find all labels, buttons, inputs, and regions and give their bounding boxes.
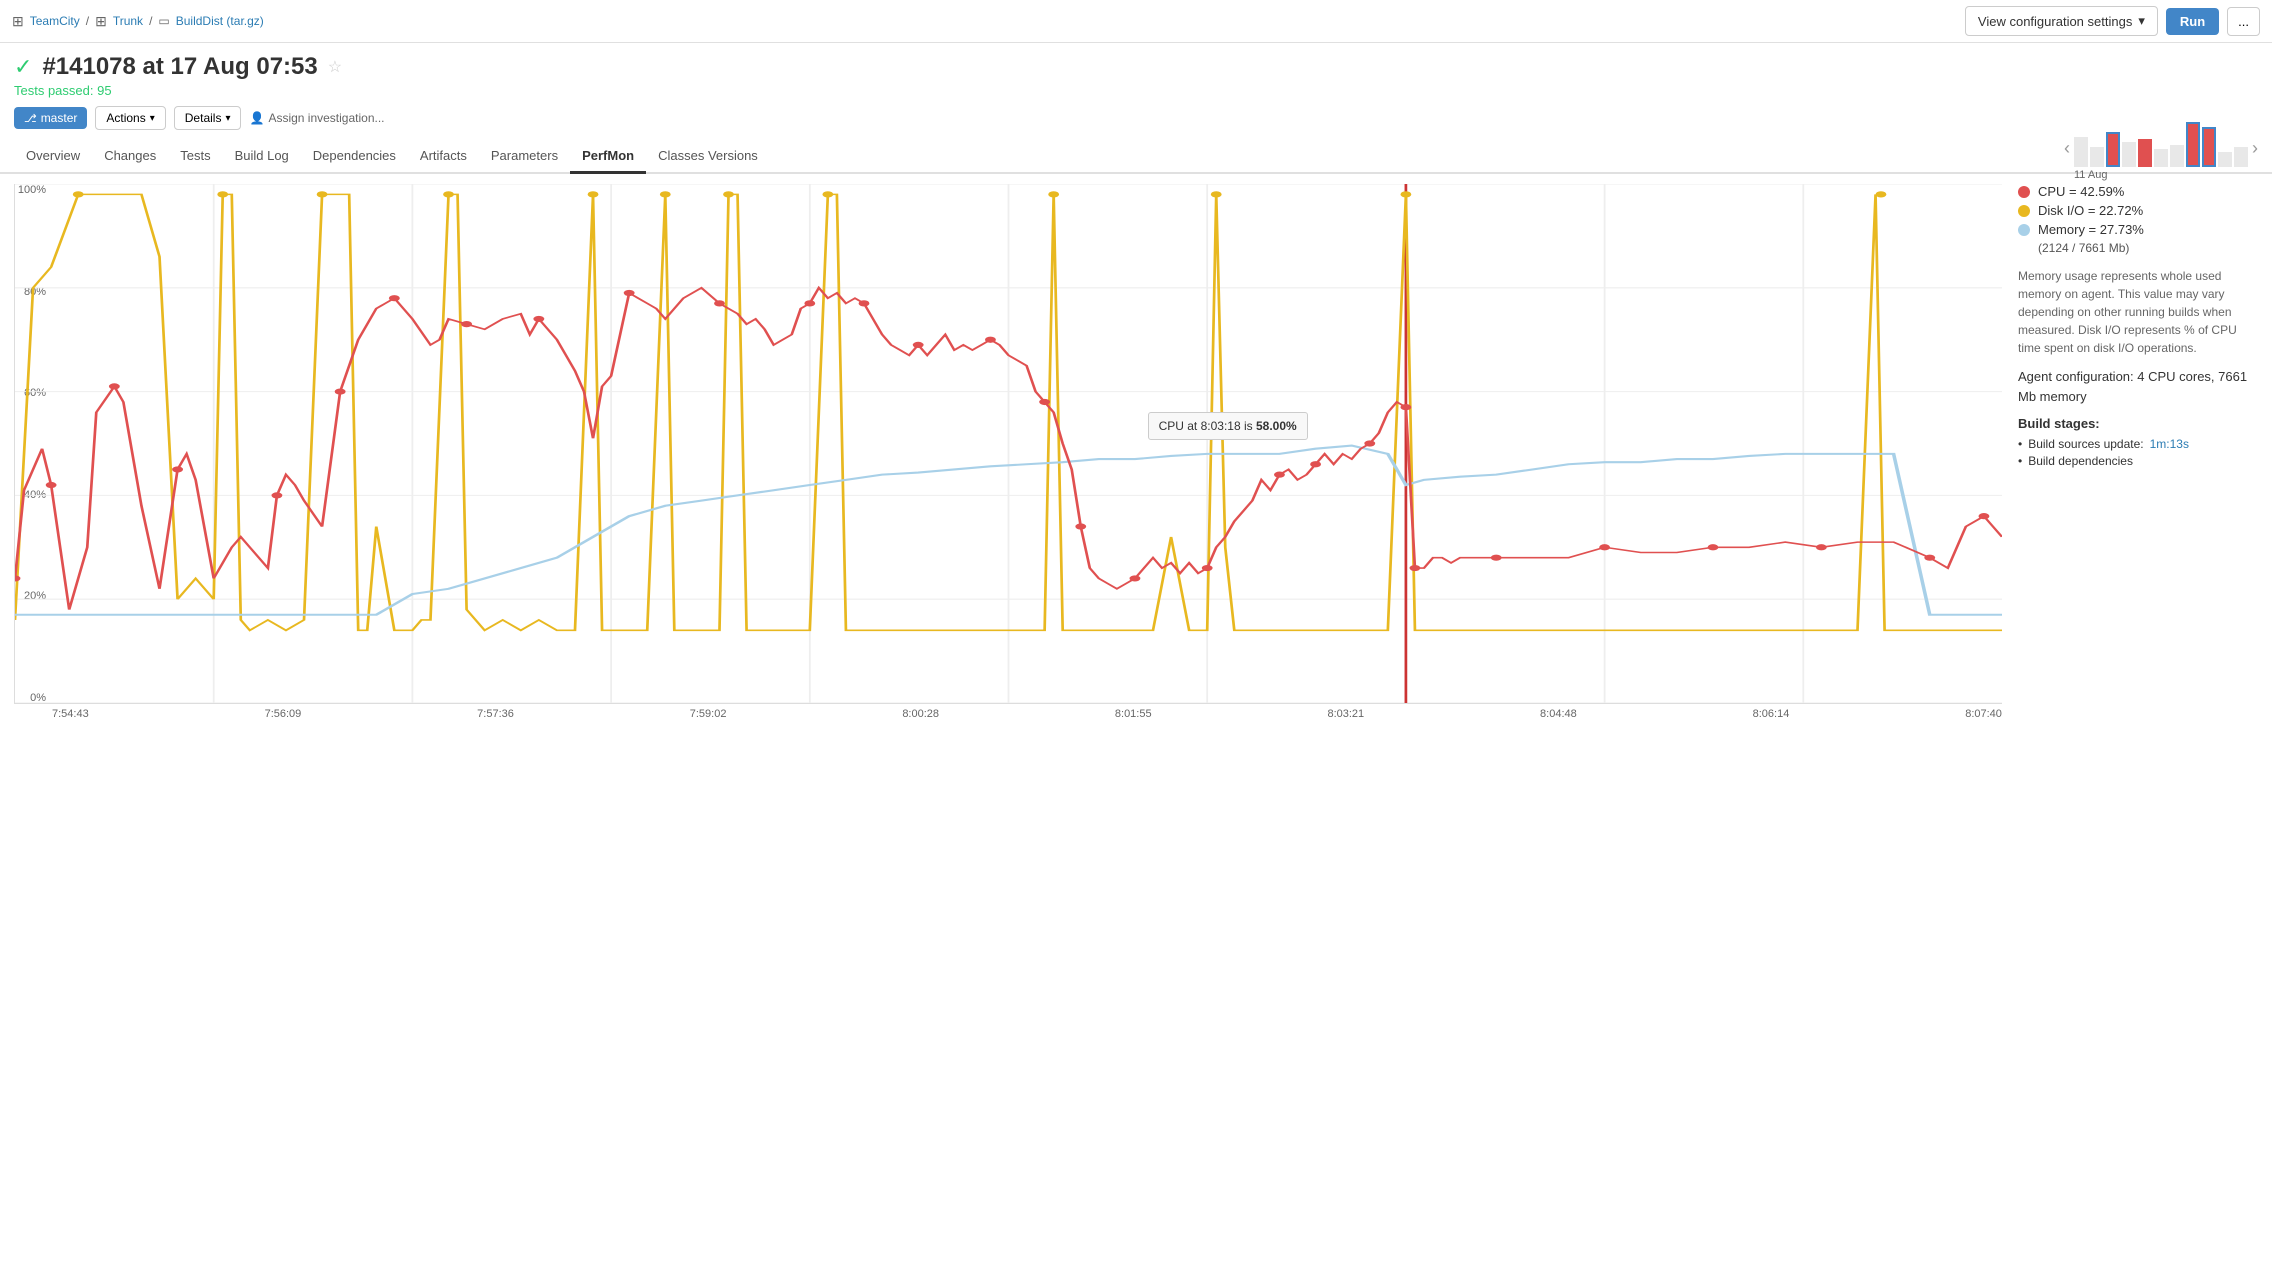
x-axis-labels: 7:54:43 7:56:09 7:57:36 7:59:02 8:00:28 … <box>14 704 2002 720</box>
tab-dependencies[interactable]: Dependencies <box>301 140 408 174</box>
breadcrumb-teamcity[interactable]: TeamCity <box>30 14 80 28</box>
tab-buildlog[interactable]: Build Log <box>223 140 301 174</box>
mini-history-chart: ‹ 11 Aug › <box>2064 115 2258 181</box>
tab-artifacts[interactable]: Artifacts <box>408 140 479 174</box>
grid-icon2: ⊞ <box>95 13 107 30</box>
memory-dot <box>2018 224 2030 236</box>
legend-memory: Memory = 27.73% <box>2018 222 2258 237</box>
breadcrumb-sep1: / <box>86 14 89 28</box>
disk-label: Disk I/O = 22.72% <box>2038 203 2143 218</box>
details-button[interactable]: Details ▾ <box>174 106 242 130</box>
tab-changes[interactable]: Changes <box>92 140 168 174</box>
grid-icon: ⊞ <box>12 13 24 30</box>
tests-passed: Tests passed: 95 <box>14 83 2258 98</box>
legend: CPU = 42.59% Disk I/O = 22.72% Memory = … <box>2018 184 2258 255</box>
top-bar: ⊞ TeamCity / ⊞ Trunk / ▭ BuildDist (tar.… <box>0 0 2272 43</box>
run-button[interactable]: Run <box>2166 8 2219 35</box>
vcs-icon: ⎇ <box>24 112 37 125</box>
build-number-title: #141078 at 17 Aug 07:53 <box>42 53 317 81</box>
actions-button[interactable]: Actions ▾ <box>95 106 165 130</box>
tab-overview[interactable]: Overview <box>14 140 92 174</box>
tab-classversions[interactable]: Classes Versions <box>646 140 770 174</box>
breadcrumb-trunk[interactable]: Trunk <box>113 14 143 28</box>
main-content: 100% 80% 60% 40% 20% 0% <box>0 174 2272 1238</box>
view-config-label: View configuration settings <box>1978 14 2132 29</box>
nav-tabs: Overview Changes Tests Build Log Depende… <box>0 140 2272 174</box>
assign-investigation-button[interactable]: 👤 Assign investigation... <box>249 111 384 125</box>
perfmon-chart-svg <box>15 184 2002 703</box>
memory-detail: (2124 / 7661 Mb) <box>2038 241 2258 255</box>
top-bar-actions: View configuration settings ▾ Run ... <box>1965 6 2260 36</box>
assign-label: Assign investigation... <box>268 111 384 125</box>
breadcrumb-builddist[interactable]: BuildDist (tar.gz) <box>176 14 264 28</box>
agent-config: Agent configuration: 4 CPU cores, 7661 M… <box>2018 367 2258 406</box>
tab-tests[interactable]: Tests <box>168 140 222 174</box>
cpu-dot <box>2018 186 2030 198</box>
branch-button[interactable]: ⎇ master <box>14 107 87 129</box>
chart-area: 100% 80% 60% 40% 20% 0% <box>14 184 2002 1228</box>
breadcrumb-sep2: / <box>149 14 152 28</box>
actions-chevron-icon: ▾ <box>150 113 155 124</box>
build-icon: ▭ <box>158 14 169 28</box>
memory-label: Memory = 27.73% <box>2038 222 2144 237</box>
details-chevron-icon: ▾ <box>225 113 230 124</box>
legend-cpu: CPU = 42.59% <box>2018 184 2258 199</box>
disk-dot <box>2018 205 2030 217</box>
breadcrumb: ⊞ TeamCity / ⊞ Trunk / ▭ BuildDist (tar.… <box>12 13 1965 30</box>
build-title: ✓ #141078 at 17 Aug 07:53 ☆ <box>14 53 2258 81</box>
build-header: ✓ #141078 at 17 Aug 07:53 ☆ Tests passed… <box>0 43 2272 136</box>
tab-parameters[interactable]: Parameters <box>479 140 570 174</box>
chevron-down-icon: ▾ <box>2138 13 2145 29</box>
legend-disk: Disk I/O = 22.72% <box>2018 203 2258 218</box>
branch-label: master <box>41 111 78 125</box>
star-icon[interactable]: ☆ <box>328 57 342 77</box>
tab-perfmon[interactable]: PerfMon <box>570 140 646 174</box>
build-stages: Build stages: • Build sources update: 1m… <box>2018 416 2258 468</box>
cpu-label: CPU = 42.59% <box>2038 184 2124 199</box>
more-options-button[interactable]: ... <box>2227 7 2260 36</box>
mini-chart-next[interactable]: › <box>2252 138 2258 159</box>
actions-label: Actions <box>106 111 145 125</box>
view-config-button[interactable]: View configuration settings ▾ <box>1965 6 2158 36</box>
person-icon: 👤 <box>249 111 264 125</box>
stage-item-2: • Build dependencies <box>2018 454 2258 468</box>
build-status-icon: ✓ <box>14 54 32 80</box>
mini-chart-prev[interactable]: ‹ <box>2064 138 2070 159</box>
stages-title: Build stages: <box>2018 416 2258 431</box>
stage-item-1: • Build sources update: 1m:13s <box>2018 437 2258 451</box>
sidebar: CPU = 42.59% Disk I/O = 22.72% Memory = … <box>2018 184 2258 1228</box>
build-actions-row: ⎇ master Actions ▾ Details ▾ 👤 Assign in… <box>14 106 2258 130</box>
stage-link-1[interactable]: 1m:13s <box>2150 437 2189 451</box>
sidebar-description: Memory usage represents whole used memor… <box>2018 267 2258 357</box>
mini-chart-date: 11 Aug <box>2074 169 2107 181</box>
details-label: Details <box>185 111 222 125</box>
mini-chart-bars <box>2074 115 2248 167</box>
